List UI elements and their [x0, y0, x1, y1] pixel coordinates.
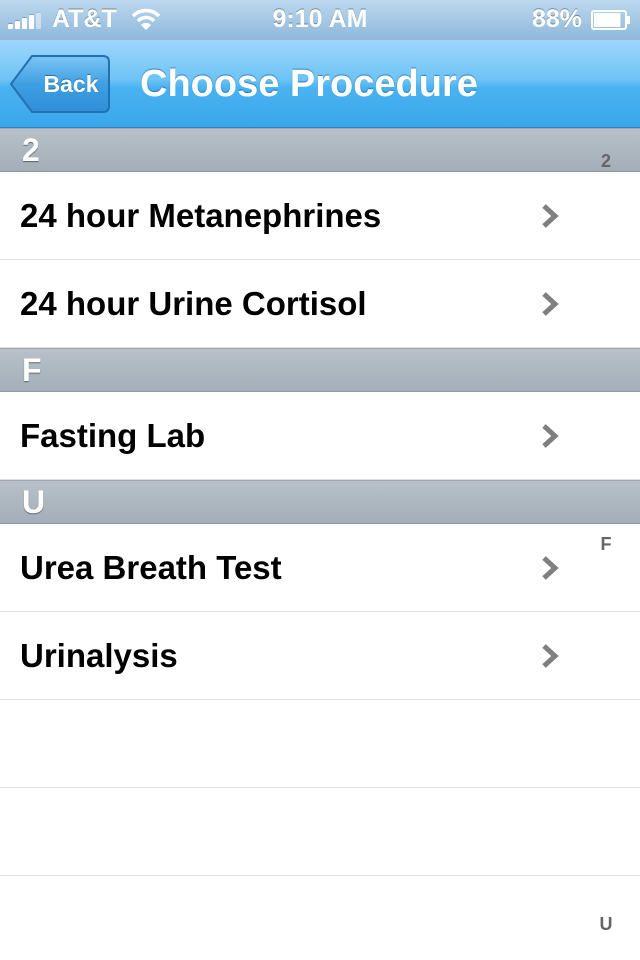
section-header-u: U [0, 480, 640, 524]
section-header-2: 2 [0, 128, 640, 172]
empty-row [0, 788, 640, 876]
list-item-24-hour-urine-cortisol[interactable]: 24 hour Urine Cortisol [0, 260, 640, 348]
section-index-f[interactable]: F [594, 534, 618, 555]
chevron-right-icon [542, 556, 559, 580]
battery-icon [591, 10, 630, 30]
status-bar: AT&T 9:10 AM 88% [0, 0, 640, 40]
chevron-right-icon [542, 204, 559, 228]
section-index-2[interactable]: 2 [594, 151, 618, 172]
back-button[interactable]: Back [10, 55, 110, 113]
section-header-label: 2 [22, 132, 40, 168]
list-item-urea-breath-test[interactable]: Urea Breath Test [0, 524, 640, 612]
empty-row [0, 700, 640, 788]
list-item-urinalysis[interactable]: Urinalysis [0, 612, 640, 700]
navigation-bar: Back Choose Procedure [0, 40, 640, 128]
procedure-list: 2 24 hour Metanephrines 24 hour Urine Co… [0, 128, 640, 960]
list-item-label: 24 hour Metanephrines [20, 197, 382, 234]
chevron-right-icon [542, 292, 559, 316]
section-header-label: F [22, 352, 42, 388]
list-item-label: Urea Breath Test [20, 549, 282, 586]
list-item-fasting-lab[interactable]: Fasting Lab [0, 392, 640, 480]
section-header-label: U [22, 484, 46, 520]
list-item-24-hour-metanephrines[interactable]: 24 hour Metanephrines [0, 172, 640, 260]
battery-percent: 88% [531, 5, 582, 33]
back-button-label: Back [43, 71, 99, 97]
list-item-label: 24 hour Urine Cortisol [20, 285, 367, 322]
list-item-label: Urinalysis [20, 637, 178, 674]
section-header-f: F [0, 348, 640, 392]
list-item-label: Fasting Lab [20, 417, 206, 454]
section-index-u[interactable]: U [594, 914, 618, 935]
chevron-right-icon [542, 424, 559, 448]
page-title: Choose Procedure [140, 63, 478, 105]
chevron-right-icon [542, 644, 559, 668]
